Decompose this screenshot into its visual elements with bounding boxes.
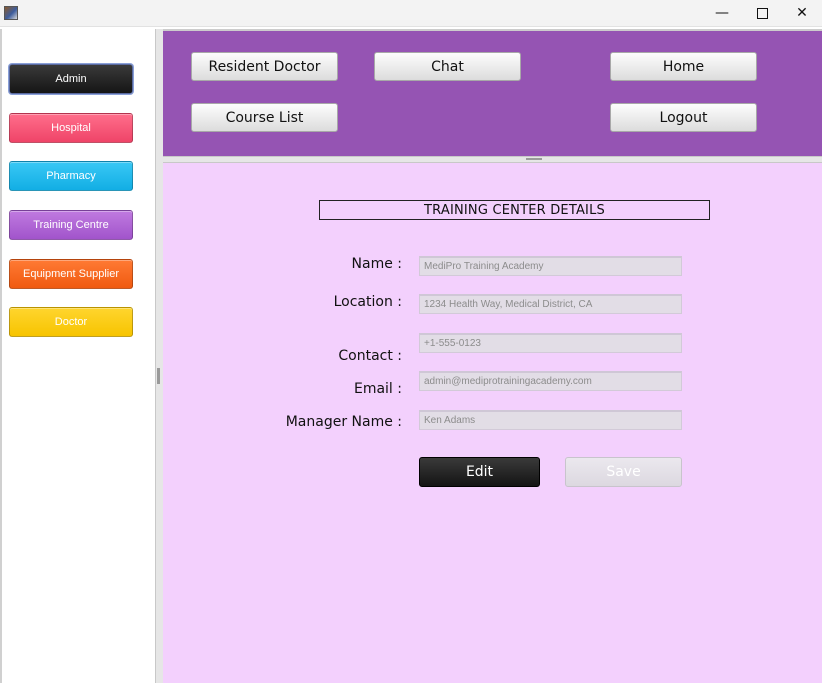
page-title: TRAINING CENTER DETAILS [319,200,710,220]
location-field[interactable]: 1234 Health Way, Medical District, CA [419,294,682,314]
logout-button[interactable]: Logout [610,103,757,132]
location-label: Location : [333,294,402,310]
sidebar-item-admin[interactable]: Admin [9,64,133,94]
manager-name-field[interactable]: Ken Adams [419,410,682,430]
horizontal-splitter[interactable] [163,156,822,163]
splitter-h-grip-icon[interactable] [526,158,542,160]
name-field[interactable]: MediPro Training Academy [419,256,682,276]
sidebar-item-doctor[interactable]: Doctor [9,307,133,337]
chat-button[interactable]: Chat [374,52,521,81]
edit-button[interactable]: Edit [419,457,540,487]
sidebar-item-equipment-supplier[interactable]: Equipment Supplier [9,259,133,289]
resident-doctor-button[interactable]: Resident Doctor [191,52,338,81]
contact-label: Contact : [338,348,402,364]
save-button[interactable]: Save [565,457,682,487]
manager-name-label: Manager Name : [285,414,402,430]
splitter-grip-icon[interactable] [157,368,160,384]
course-list-button[interactable]: Course List [191,103,338,132]
name-label: Name : [351,256,402,272]
email-label: Email : [353,381,402,397]
close-icon[interactable]: ✕ [782,0,822,26]
sidebar-item-hospital[interactable]: Hospital [9,113,133,143]
sidebar-item-pharmacy[interactable]: Pharmacy [9,161,133,191]
home-button[interactable]: Home [610,52,757,81]
contact-field[interactable]: +1-555-0123 [419,333,682,353]
minimize-icon[interactable]: — [702,0,742,26]
app-icon [4,6,18,20]
window-titlebar: — ✕ [0,0,822,27]
email-field[interactable]: admin@mediprotrainingacademy.com [419,371,682,391]
maximize-icon[interactable] [742,0,782,26]
top-panel [163,29,822,156]
sidebar-item-training-centre[interactable]: Training Centre [9,210,133,240]
